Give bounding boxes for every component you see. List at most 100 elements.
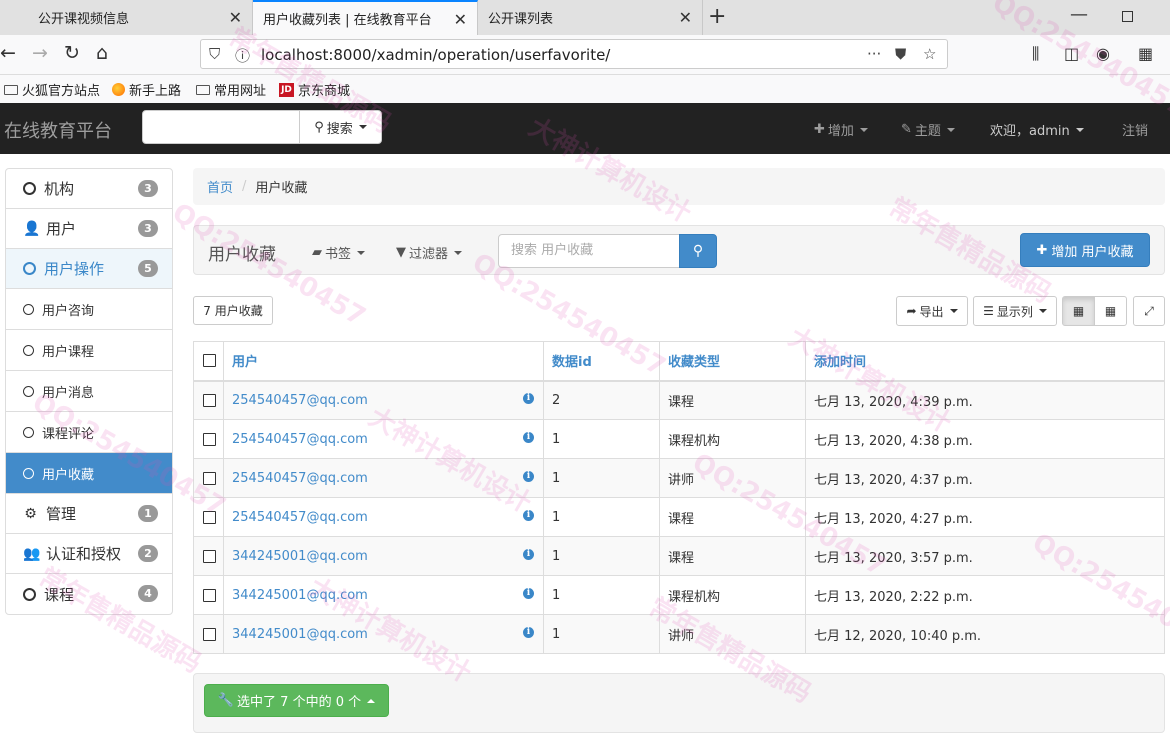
home-icon[interactable]: ⌂ xyxy=(96,42,108,64)
fullscreen-button[interactable]: ⤢ xyxy=(1133,296,1165,326)
export-button[interactable]: ➦ 导出 xyxy=(896,296,968,326)
columns-button[interactable]: ☰ 显示列 xyxy=(973,296,1057,326)
account-icon[interactable]: ◉ xyxy=(1096,44,1110,63)
circle-icon xyxy=(23,344,34,356)
user-link[interactable]: 254540457@qq.com xyxy=(232,393,368,408)
user-link[interactable]: 254540457@qq.com xyxy=(232,432,368,447)
sidebar-item-user-operation[interactable]: 用户操作 5 xyxy=(6,249,172,289)
column-header[interactable]: 数据id xyxy=(543,341,660,382)
info-circle-icon[interactable]: ⓘ xyxy=(235,45,250,66)
nav-theme-menu[interactable]: ✎ 主题 xyxy=(901,120,955,139)
filters-menu[interactable]: ▼ 过滤器 xyxy=(396,243,463,262)
sidebar-item-user-course[interactable]: 用户课程 xyxy=(6,330,172,371)
nav-add-menu[interactable]: ✚ 增加 xyxy=(814,120,868,139)
sidebar-item-users[interactable]: 👤 用户 3 xyxy=(6,209,172,249)
user-link[interactable]: 254540457@qq.com xyxy=(232,471,368,486)
bookmark-item[interactable]: 新手上路 xyxy=(112,80,181,99)
sidebar-item-label: 用户 xyxy=(46,220,77,238)
user-link[interactable]: 254540457@qq.com xyxy=(232,510,368,525)
info-icon[interactable]: i xyxy=(523,470,534,482)
close-icon[interactable]: ✕ xyxy=(454,10,467,29)
bookmark-label: 京东商城 xyxy=(298,84,351,99)
nav-logout-link[interactable]: 注销 xyxy=(1122,120,1148,139)
sidebar-item-user-ask[interactable]: 用户咨询 xyxy=(6,289,172,330)
breadcrumb-home-link[interactable]: 首页 xyxy=(207,177,233,196)
row-checkbox[interactable] xyxy=(203,393,216,407)
close-icon[interactable]: ✕ xyxy=(679,8,692,27)
browser-tab[interactable]: 公开课视频信息 ✕ xyxy=(0,0,253,35)
user-link[interactable]: 344245001@qq.com xyxy=(232,549,368,564)
browser-tab-active[interactable]: 用户收藏列表 | 在线教育平台 ✕ xyxy=(253,0,478,35)
result-count[interactable]: 7 用户收藏 xyxy=(193,296,273,325)
new-tab-icon[interactable]: + xyxy=(708,4,726,29)
sidebar-item-user-favorite[interactable]: 用户收藏 xyxy=(6,453,172,494)
search-icon: ⚲ xyxy=(692,243,704,259)
sidebar-item-auth[interactable]: 👥 认证和授权 2 xyxy=(6,534,172,574)
user-cell: 344245001@qq.com i xyxy=(223,575,544,615)
info-icon[interactable]: i xyxy=(523,587,534,599)
brand-title[interactable]: 在线教育平台 xyxy=(4,117,112,143)
info-icon[interactable]: i xyxy=(523,509,534,521)
more-icon[interactable]: ··· xyxy=(867,45,881,63)
sidebar-item-user-message[interactable]: 用户消息 xyxy=(6,371,172,412)
shield-icon[interactable]: ⛉ xyxy=(209,45,220,63)
sidebar-item-org[interactable]: 机构 3 xyxy=(6,169,172,209)
row-checkbox[interactable] xyxy=(203,627,216,641)
url-text[interactable]: localhost:8000/xadmin/operation/userfavo… xyxy=(261,46,610,64)
bookmark-item[interactable]: 火狐官方站点 xyxy=(4,80,100,99)
jd-icon: JD xyxy=(279,82,294,97)
user-link[interactable]: 344245001@qq.com xyxy=(232,588,368,603)
column-header[interactable]: 收藏类型 xyxy=(659,341,806,382)
list-search-input[interactable]: 搜索 用户收藏 xyxy=(498,234,680,268)
list-toolbar: 用户收藏 ▰ 书签 ▼ 过滤器 搜索 用户收藏 ⚲ ✚ 增加 用户收藏 xyxy=(193,225,1165,275)
sidebar-item-course-comments[interactable]: 课程评论 xyxy=(6,412,172,453)
fav-type-cell: 课程 xyxy=(659,497,806,537)
user-cell: 254540457@qq.com i xyxy=(223,497,544,537)
layout-table-button[interactable]: ▦ xyxy=(1062,296,1095,326)
sidebar-item-admin[interactable]: ⚙ 管理 1 xyxy=(6,494,172,534)
sidebar-item-label: 管理 xyxy=(46,505,77,523)
select-all-checkbox[interactable] xyxy=(203,354,216,368)
sidebar-icon[interactable]: ◫ xyxy=(1064,44,1079,63)
close-icon[interactable]: ✕ xyxy=(229,8,242,27)
address-bar[interactable]: ⛉ ⓘ localhost:8000/xadmin/operation/user… xyxy=(200,39,948,69)
user-link[interactable]: 344245001@qq.com xyxy=(232,627,368,642)
global-search-button[interactable]: ⚲ 搜索 xyxy=(299,110,382,144)
row-checkbox[interactable] xyxy=(203,471,216,485)
info-icon[interactable]: i xyxy=(523,392,534,404)
row-checkbox[interactable] xyxy=(203,588,216,602)
bookmark-item[interactable]: 常用网址 xyxy=(196,80,266,99)
column-header[interactable]: 用户 xyxy=(223,341,544,382)
reload-icon[interactable]: ↻ xyxy=(64,42,80,64)
pocket-icon[interactable]: ⛊ xyxy=(895,45,906,63)
bookmark-item[interactable]: JD 京东商城 xyxy=(279,80,350,99)
star-icon[interactable]: ☆ xyxy=(923,45,936,63)
row-checkbox[interactable] xyxy=(203,432,216,446)
list-search-button[interactable]: ⚲ xyxy=(679,234,717,268)
extensions-icon[interactable]: ▦ xyxy=(1138,44,1153,63)
row-checkbox[interactable] xyxy=(203,510,216,524)
bookmarks-bar: 火狐官方站点 新手上路 常用网址 JD 京东商城 xyxy=(0,75,1170,103)
nav-user-menu[interactable]: 欢迎，admin xyxy=(990,120,1084,139)
sidebar-item-courses[interactable]: 课程 4 xyxy=(6,574,172,614)
global-search-input[interactable] xyxy=(142,110,300,144)
nav-user-label: 欢迎，admin xyxy=(990,124,1070,139)
bookmarks-menu[interactable]: ▰ 书签 xyxy=(312,243,366,262)
selection-actions-button[interactable]: 🔧 选中了 7 个中的 0 个 xyxy=(204,684,389,717)
library-icon[interactable]: ⫼ xyxy=(1032,44,1039,64)
minimize-icon[interactable]: — xyxy=(1070,4,1088,25)
circle-icon xyxy=(23,385,34,397)
column-header[interactable]: 添加时间 xyxy=(805,341,1165,382)
info-icon[interactable]: i xyxy=(523,431,534,443)
back-icon[interactable]: ← xyxy=(0,42,16,64)
forward-icon[interactable]: → xyxy=(32,42,48,64)
table-row: 344245001@qq.com i 1 课程 七月 13, 2020, 3:57… xyxy=(193,536,1165,576)
row-checkbox[interactable] xyxy=(203,549,216,563)
browser-tab[interactable]: 公开课列表 ✕ xyxy=(478,0,703,35)
info-icon[interactable]: i xyxy=(523,626,534,638)
fav-type-cell: 课程机构 xyxy=(659,419,806,459)
layout-compact-button[interactable]: ▦ xyxy=(1094,296,1127,326)
info-icon[interactable]: i xyxy=(523,548,534,560)
add-favorite-button[interactable]: ✚ 增加 用户收藏 xyxy=(1020,233,1150,267)
maximize-icon[interactable] xyxy=(1122,11,1133,22)
